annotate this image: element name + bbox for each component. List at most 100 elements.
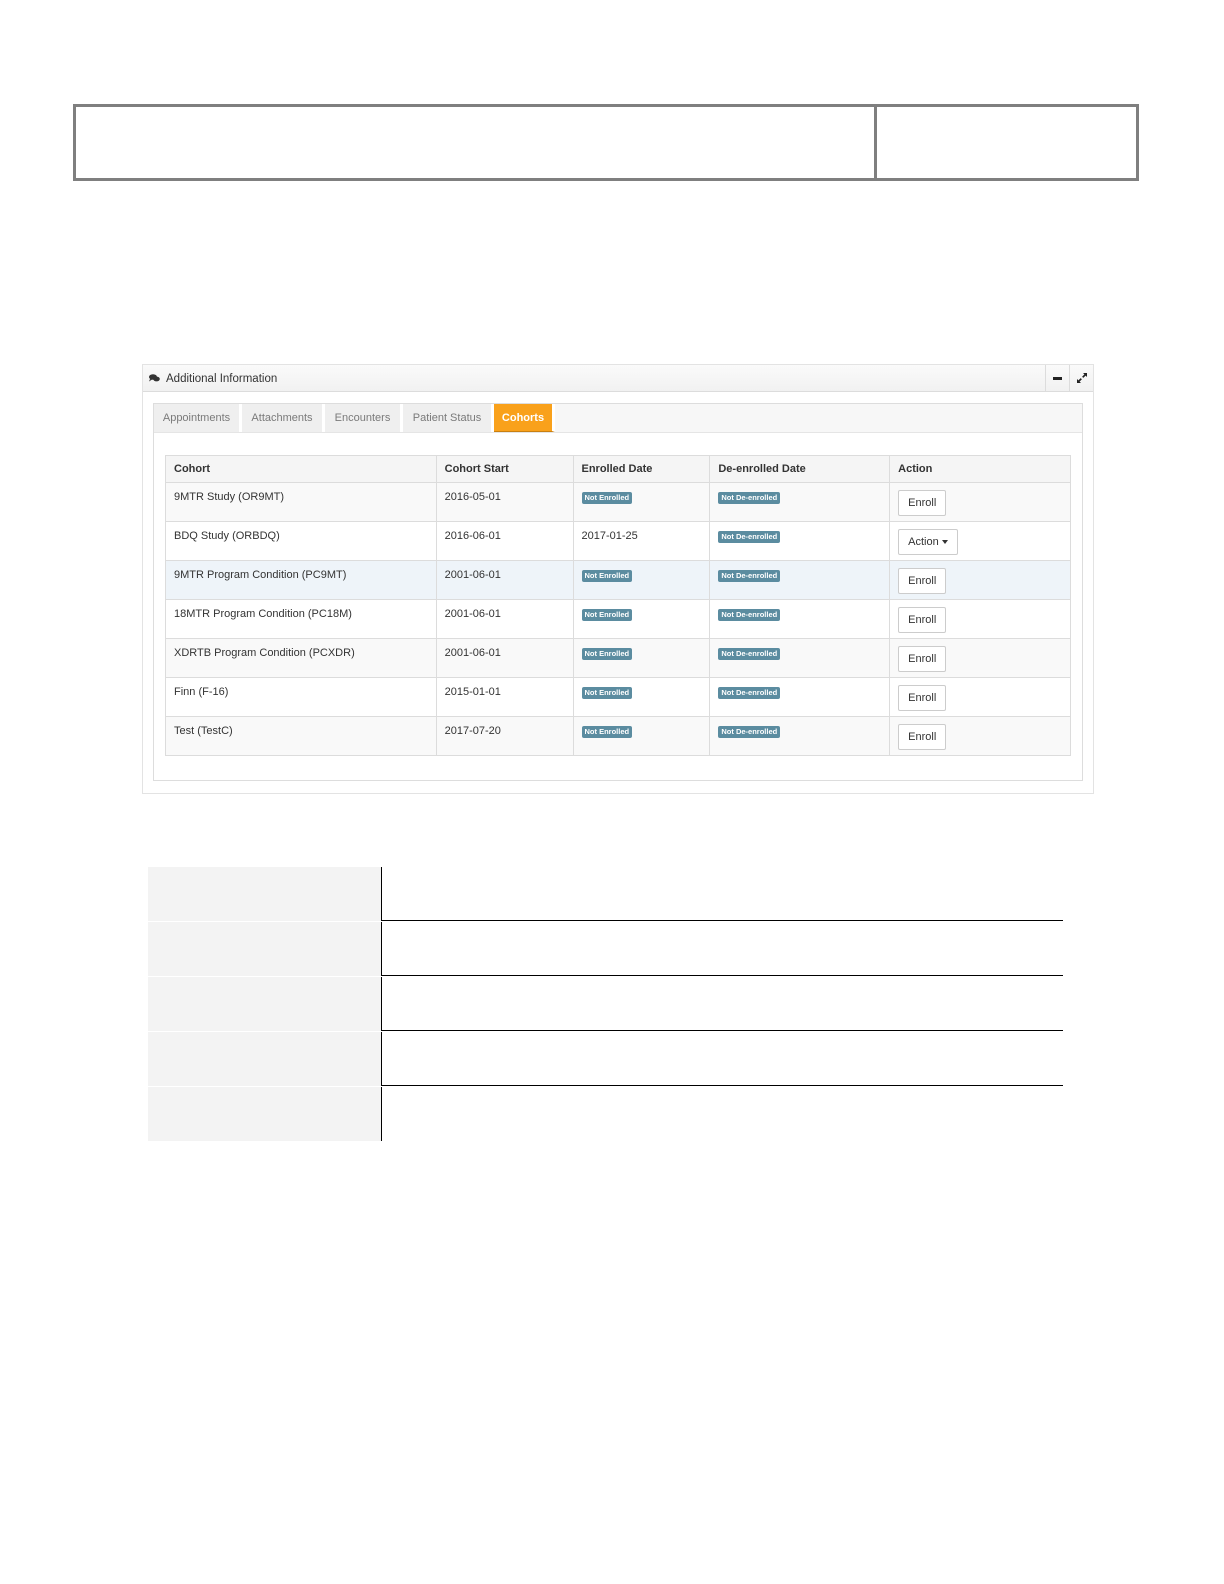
not-deenrolled-badge: Not De-enrolled xyxy=(718,726,781,738)
panel-title: Additional Information xyxy=(166,373,278,385)
enrolled-cell: Not Enrolled xyxy=(572,482,711,522)
expand-icon xyxy=(1076,373,1087,383)
grid-row xyxy=(148,922,1063,976)
tab-label: Appointments xyxy=(162,412,231,424)
grid-label-cell xyxy=(148,922,381,976)
grid-row xyxy=(148,977,1063,1031)
not-deenrolled-badge: Not De-enrolled xyxy=(718,687,781,699)
enroll-button[interactable]: Enroll xyxy=(898,724,947,750)
column-header-deenrolled-date: De-enrolled Date xyxy=(709,455,891,483)
minimize-button[interactable] xyxy=(1045,365,1069,391)
enroll-button[interactable]: Enroll xyxy=(898,490,947,516)
grid-label-cell xyxy=(148,977,381,1031)
enroll-button[interactable]: Enroll xyxy=(898,685,947,711)
details-grid xyxy=(148,867,1063,1141)
action-cell: Enroll xyxy=(889,482,1071,522)
deenrolled-cell: Not De-enrolled xyxy=(709,716,891,756)
enroll-button[interactable]: Enroll xyxy=(898,607,947,633)
not-deenrolled-badge: Not De-enrolled xyxy=(718,609,781,621)
cohort-start: 2017-07-20 xyxy=(435,716,574,756)
header-box-right xyxy=(874,104,1139,181)
caret-down-icon xyxy=(941,540,948,545)
enrolled-cell: Not Enrolled xyxy=(572,560,711,600)
not-enrolled-badge: Not Enrolled xyxy=(581,726,633,738)
enrolled-date: 2017-01-25 xyxy=(572,521,711,561)
deenrolled-cell: Not De-enrolled xyxy=(709,677,891,717)
grid-value-cell xyxy=(381,867,1064,921)
table-row: XDRTB Program Condition (PCXDR) 2001-06-… xyxy=(165,638,1071,678)
cohort-name: 18MTR Program Condition (PC18M) xyxy=(165,599,437,639)
tab-cohorts[interactable]: Cohorts xyxy=(494,404,555,432)
divider xyxy=(381,920,1063,921)
cohort-start: 2015-01-01 xyxy=(435,677,574,717)
table-header-row: Cohort Cohort Start Enrolled Date De-enr… xyxy=(165,455,1071,483)
table-row: 18MTR Program Condition (PC18M) 2001-06-… xyxy=(165,599,1071,639)
cohort-start: 2016-06-01 xyxy=(435,521,574,561)
not-enrolled-badge: Not Enrolled xyxy=(581,570,633,582)
cohort-start: 2001-06-01 xyxy=(435,599,574,639)
deenrolled-cell: Not De-enrolled xyxy=(709,599,891,639)
additional-information-panel: Additional Information Appointments Atta… xyxy=(142,364,1094,794)
column-header-cohort: Cohort xyxy=(165,455,437,483)
grid-value-cell xyxy=(381,977,1064,1031)
not-deenrolled-badge: Not De-enrolled xyxy=(718,531,781,543)
deenrolled-cell: Not De-enrolled xyxy=(709,521,891,561)
cohort-name: Test (TestC) xyxy=(165,716,437,756)
action-cell: Enroll xyxy=(889,638,1071,678)
action-cell: Enroll xyxy=(889,560,1071,600)
expand-button[interactable] xyxy=(1069,365,1093,391)
enrolled-cell: Not Enrolled xyxy=(572,638,711,678)
column-header-cohort-start: Cohort Start xyxy=(435,455,574,483)
table-row: Finn (F-16) 2015-01-01 Not Enrolled Not … xyxy=(165,677,1071,717)
tab-label: Patient Status xyxy=(412,412,482,424)
grid-label-cell xyxy=(148,867,381,921)
not-enrolled-badge: Not Enrolled xyxy=(581,609,633,621)
minimize-icon xyxy=(1053,376,1062,380)
not-enrolled-badge: Not Enrolled xyxy=(581,492,633,504)
grid-row xyxy=(148,1032,1063,1086)
tab-patient-status[interactable]: Patient Status xyxy=(403,404,494,432)
action-cell: Enroll xyxy=(889,599,1071,639)
panel-header: Additional Information xyxy=(143,365,1093,392)
cohort-name: 9MTR Study (OR9MT) xyxy=(165,482,437,522)
tab-label: Attachments xyxy=(251,412,313,424)
header-box-left xyxy=(73,104,877,181)
not-deenrolled-badge: Not De-enrolled xyxy=(718,570,781,582)
action-cell: Action xyxy=(889,521,1071,561)
divider xyxy=(381,1030,1063,1031)
cohorts-table: Cohort Cohort Start Enrolled Date De-enr… xyxy=(165,455,1071,756)
grid-value-cell xyxy=(381,1032,1064,1086)
divider xyxy=(381,975,1063,976)
enroll-button[interactable]: Enroll xyxy=(898,568,947,594)
cohort-start: 2001-06-01 xyxy=(435,638,574,678)
column-header-enrolled-date: Enrolled Date xyxy=(572,455,711,483)
comments-icon xyxy=(149,374,160,382)
grid-label-cell xyxy=(148,1087,381,1141)
grid-value-cell xyxy=(381,922,1064,976)
action-cell: Enroll xyxy=(889,677,1071,717)
tab-label: Encounters xyxy=(334,412,391,424)
cohort-name: 9MTR Program Condition (PC9MT) xyxy=(165,560,437,600)
enroll-button[interactable]: Enroll xyxy=(898,646,947,672)
deenrolled-cell: Not De-enrolled xyxy=(709,638,891,678)
enrolled-cell: Not Enrolled xyxy=(572,677,711,717)
tab-attachments[interactable]: Attachments xyxy=(242,404,325,432)
grid-label-cell xyxy=(148,1032,381,1086)
tab-bar: Appointments Attachments Encounters Pati… xyxy=(154,404,1082,433)
grid-row xyxy=(148,1087,1063,1141)
table-row: 9MTR Program Condition (PC9MT) 2001-06-0… xyxy=(165,560,1071,600)
enrolled-cell: Not Enrolled xyxy=(572,599,711,639)
not-deenrolled-badge: Not De-enrolled xyxy=(718,648,781,660)
table-row: 9MTR Study (OR9MT) 2016-05-01 Not Enroll… xyxy=(165,482,1071,522)
enrolled-cell: Not Enrolled xyxy=(572,716,711,756)
action-dropdown-button[interactable]: Action xyxy=(898,529,958,555)
divider xyxy=(381,1085,1063,1086)
action-cell: Enroll xyxy=(889,716,1071,756)
cohort-name: XDRTB Program Condition (PCXDR) xyxy=(165,638,437,678)
tab-appointments[interactable]: Appointments xyxy=(154,404,242,432)
tab-container: Appointments Attachments Encounters Pati… xyxy=(153,403,1083,781)
tab-encounters[interactable]: Encounters xyxy=(325,404,403,432)
deenrolled-cell: Not De-enrolled xyxy=(709,482,891,522)
column-header-action: Action xyxy=(889,455,1071,483)
grid-row xyxy=(148,867,1063,921)
